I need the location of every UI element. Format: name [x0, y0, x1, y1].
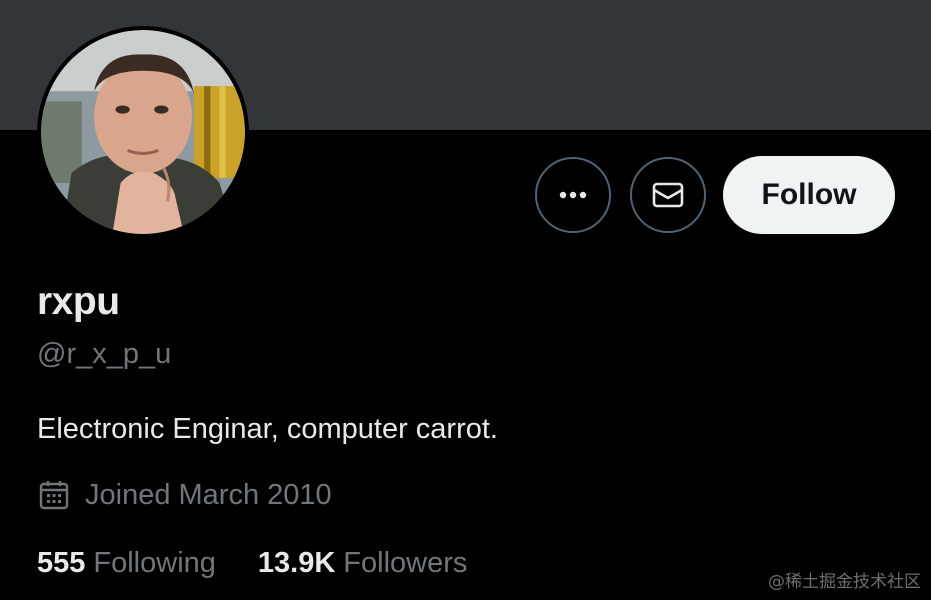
message-button[interactable] — [630, 157, 706, 233]
more-icon — [559, 191, 587, 199]
more-options-button[interactable] — [535, 157, 611, 233]
envelope-icon — [652, 182, 684, 208]
follow-stats: 555 Following 13.9K Followers — [37, 547, 467, 580]
watermark: @稀土掘金技术社区 — [768, 572, 921, 592]
joined-text: Joined March 2010 — [85, 478, 332, 511]
avatar-photo — [41, 30, 245, 234]
calendar-icon — [37, 478, 71, 512]
followers-link[interactable]: 13.9K Followers — [258, 547, 467, 580]
follow-button[interactable]: Follow — [723, 156, 895, 234]
profile-avatar[interactable] — [37, 26, 249, 238]
following-label: Following — [93, 547, 216, 579]
following-link[interactable]: 555 Following — [37, 547, 216, 580]
joined-date: Joined March 2010 — [37, 478, 332, 512]
following-count: 555 — [37, 547, 86, 579]
followers-label: Followers — [343, 547, 468, 579]
followers-count: 13.9K — [257, 547, 336, 579]
user-handle: @r_x_p_u — [37, 338, 172, 370]
display-name: rxpu — [37, 280, 120, 323]
profile-bio: Electronic Enginar, computer carrot. — [37, 413, 498, 445]
